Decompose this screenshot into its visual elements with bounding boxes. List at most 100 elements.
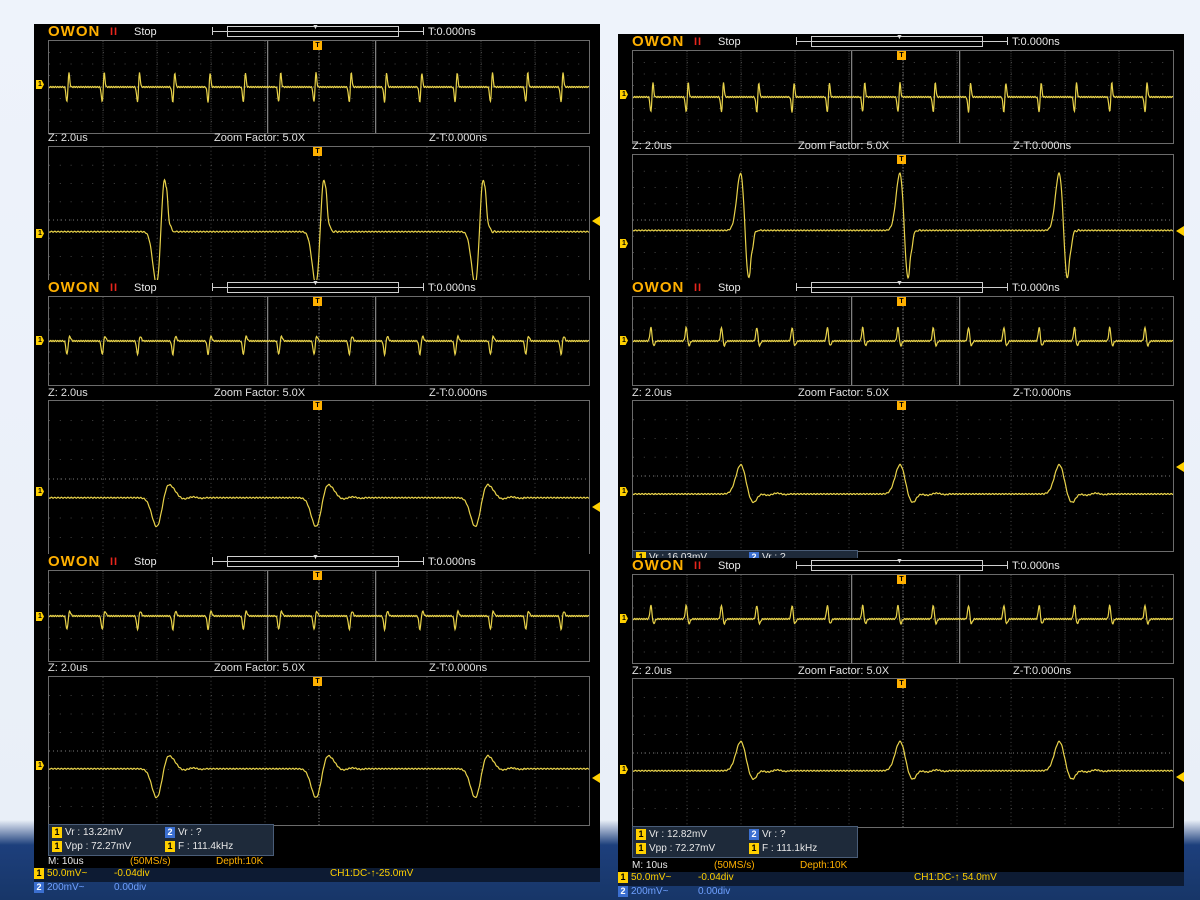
ch1-status[interactable]: 1 50.0mV~ [618, 872, 671, 884]
pause-icon: II [110, 26, 119, 38]
run-status: Stop [134, 556, 157, 568]
trigger-marker-icon: T [897, 155, 906, 164]
scope-screen-4: OWON II Stop ▼ T:0.000ns T 1 Z: 2.0us Zo… [618, 280, 1184, 560]
ch1-waveform [633, 463, 1173, 504]
ch1-waveform [633, 81, 1173, 114]
scope-header: OWON II Stop ▼ T:0.000ns [618, 558, 1184, 574]
timebase-position-bar[interactable]: ▼ [212, 280, 424, 293]
ch2-position: 0.00div [114, 882, 147, 893]
ch1-level-marker-icon: 1 [620, 90, 628, 99]
ch1-status[interactable]: 1 50.0mV~ [34, 868, 87, 880]
pause-icon: II [110, 282, 119, 294]
zoom-trace [633, 155, 1173, 284]
scope-screen-3: OWON II Stop ▼ T:0.000ns T 1 Z: 2.0us Zo… [34, 280, 600, 556]
timebase-position-bar[interactable]: ▼ [796, 280, 1008, 293]
memory-depth: Depth:10K [800, 860, 848, 871]
scope-header: OWON II Stop ▼ T:0.000ns [618, 280, 1184, 296]
ch1-level-marker-icon: 1 [36, 487, 44, 496]
zoom-timebase: Z: 2.0us [632, 387, 672, 399]
run-status: Stop [134, 26, 157, 38]
ch1-waveform [49, 483, 589, 528]
graticule [49, 677, 589, 825]
zoom-trace [633, 679, 1173, 827]
zoom-trigger-time: Z-T:0.000ns [1013, 387, 1072, 399]
ch1-level-marker-icon: 1 [620, 487, 628, 496]
ch1-level-marker-icon: 1 [620, 239, 628, 248]
ch2-volts-div: 200mV~ [631, 886, 669, 897]
trigger-position-icon: ▼ [312, 24, 319, 31]
trigger-marker-icon: T [897, 401, 906, 410]
trigger-status: CH1:DC-↑ 54.0mV [914, 872, 997, 883]
ch1-level-marker-icon: 1 [36, 761, 44, 770]
run-status: Stop [134, 282, 157, 294]
ch1-level-marker-icon: 1 [620, 765, 628, 774]
main-timebase: M: 10us [48, 856, 84, 867]
trigger-time: T:0.000ns [1012, 36, 1060, 48]
trigger-time: T:0.000ns [1012, 560, 1060, 572]
ch1-position: -0.04div [698, 872, 734, 883]
measurement-panel: 1 Vr : 13.22mV 2 Vr : ? 1 Vpp : 72.27mV 1F … [48, 824, 274, 856]
trigger-marker-icon: T [897, 679, 906, 688]
ch1-level-marker-icon: 1 [36, 229, 44, 238]
ch1-position: -0.04div [114, 868, 150, 879]
zoom-trace [49, 147, 589, 292]
ch2-badge: 2 [618, 886, 628, 897]
scope-header: OWON II Stop ▼ T:0.000ns [618, 34, 1184, 50]
zoom-timebase: Z: 2.0us [632, 140, 672, 152]
zoom-factor: Zoom Factor: 5.0X [214, 387, 306, 399]
trigger-level-icon [1176, 772, 1184, 782]
overview-plot [632, 574, 1174, 664]
zoom-factor: Zoom Factor: 5.0X [798, 387, 890, 399]
zoom-plot [632, 400, 1174, 552]
scope-header: OWON II Stop ▼ T:0.000ns [34, 280, 600, 296]
timebase-position-bar[interactable]: ▼ [212, 24, 424, 37]
pause-icon: II [694, 36, 703, 48]
ch2-volts-div: 200mV~ [47, 882, 85, 893]
ch2-status[interactable]: 2 200mV~ [34, 882, 85, 894]
scope-header: OWON II Stop ▼ T:0.000ns [34, 554, 600, 570]
trigger-position-icon: ▼ [312, 280, 319, 287]
scope-screen-6: OWON II Stop ▼ T:0.000ns T 1 Z: 2.0us Zo… [618, 558, 1184, 886]
trigger-marker-icon: T [313, 41, 322, 50]
owon-logo: OWON [48, 280, 101, 296]
overview-plot [48, 296, 590, 386]
trigger-position-icon: ▼ [312, 554, 319, 561]
ch1-level-marker-icon: 1 [620, 336, 628, 345]
owon-logo: OWON [48, 24, 101, 40]
ch1-level-marker-icon: 1 [36, 612, 44, 621]
zoom-plot [632, 678, 1174, 828]
run-status: Stop [718, 560, 741, 572]
measurement-panel: 1 Vr : 12.82mV 2 Vr : ? 1 Vpp : 72.27mV 1F … [632, 826, 858, 858]
ch1-vpp: Vpp : 72.27mV [649, 843, 716, 854]
zoom-factor: Zoom Factor: 5.0X [798, 140, 890, 152]
pause-icon: II [694, 282, 703, 294]
trigger-position-icon: ▼ [896, 558, 903, 565]
trigger-marker-icon: T [897, 297, 906, 306]
timebase-position-bar[interactable]: ▼ [796, 34, 1008, 47]
graticule [633, 155, 1173, 284]
trigger-marker-icon: T [313, 147, 322, 156]
sample-rate: (50MS/s) [714, 860, 755, 871]
ch1-badge: 1 [52, 827, 62, 838]
zoom-plot [48, 146, 590, 292]
ch1-vpp: Vpp : 72.27mV [65, 841, 132, 852]
overview-trace [633, 575, 1173, 663]
ch1-badge: 1 [52, 841, 62, 852]
overview-trace [49, 571, 589, 661]
zoom-trigger-time: Z-T:0.000ns [429, 662, 488, 674]
timebase-position-bar[interactable]: ▼ [212, 554, 424, 567]
zoom-trace [49, 401, 589, 556]
scope-screen-2: OWON II Stop ▼ T:0.000ns T 1 Z: 2.0us Zo… [618, 34, 1184, 284]
overview-plot [632, 50, 1174, 144]
zoom-trigger-time: Z-T:0.000ns [1013, 140, 1072, 152]
timebase-position-bar[interactable]: ▼ [796, 558, 1008, 571]
ch2-status[interactable]: 2 200mV~ [618, 886, 669, 898]
trigger-time: T:0.000ns [428, 282, 476, 294]
zoom-trigger-time: Z-T:0.000ns [429, 132, 488, 144]
trigger-marker-icon: T [313, 677, 322, 686]
overview-plot [632, 296, 1174, 386]
ch1-badge: 1 [165, 841, 175, 852]
trigger-marker-icon: T [897, 51, 906, 60]
trigger-marker-icon: T [313, 571, 322, 580]
zoom-trigger-time: Z-T:0.000ns [429, 387, 488, 399]
